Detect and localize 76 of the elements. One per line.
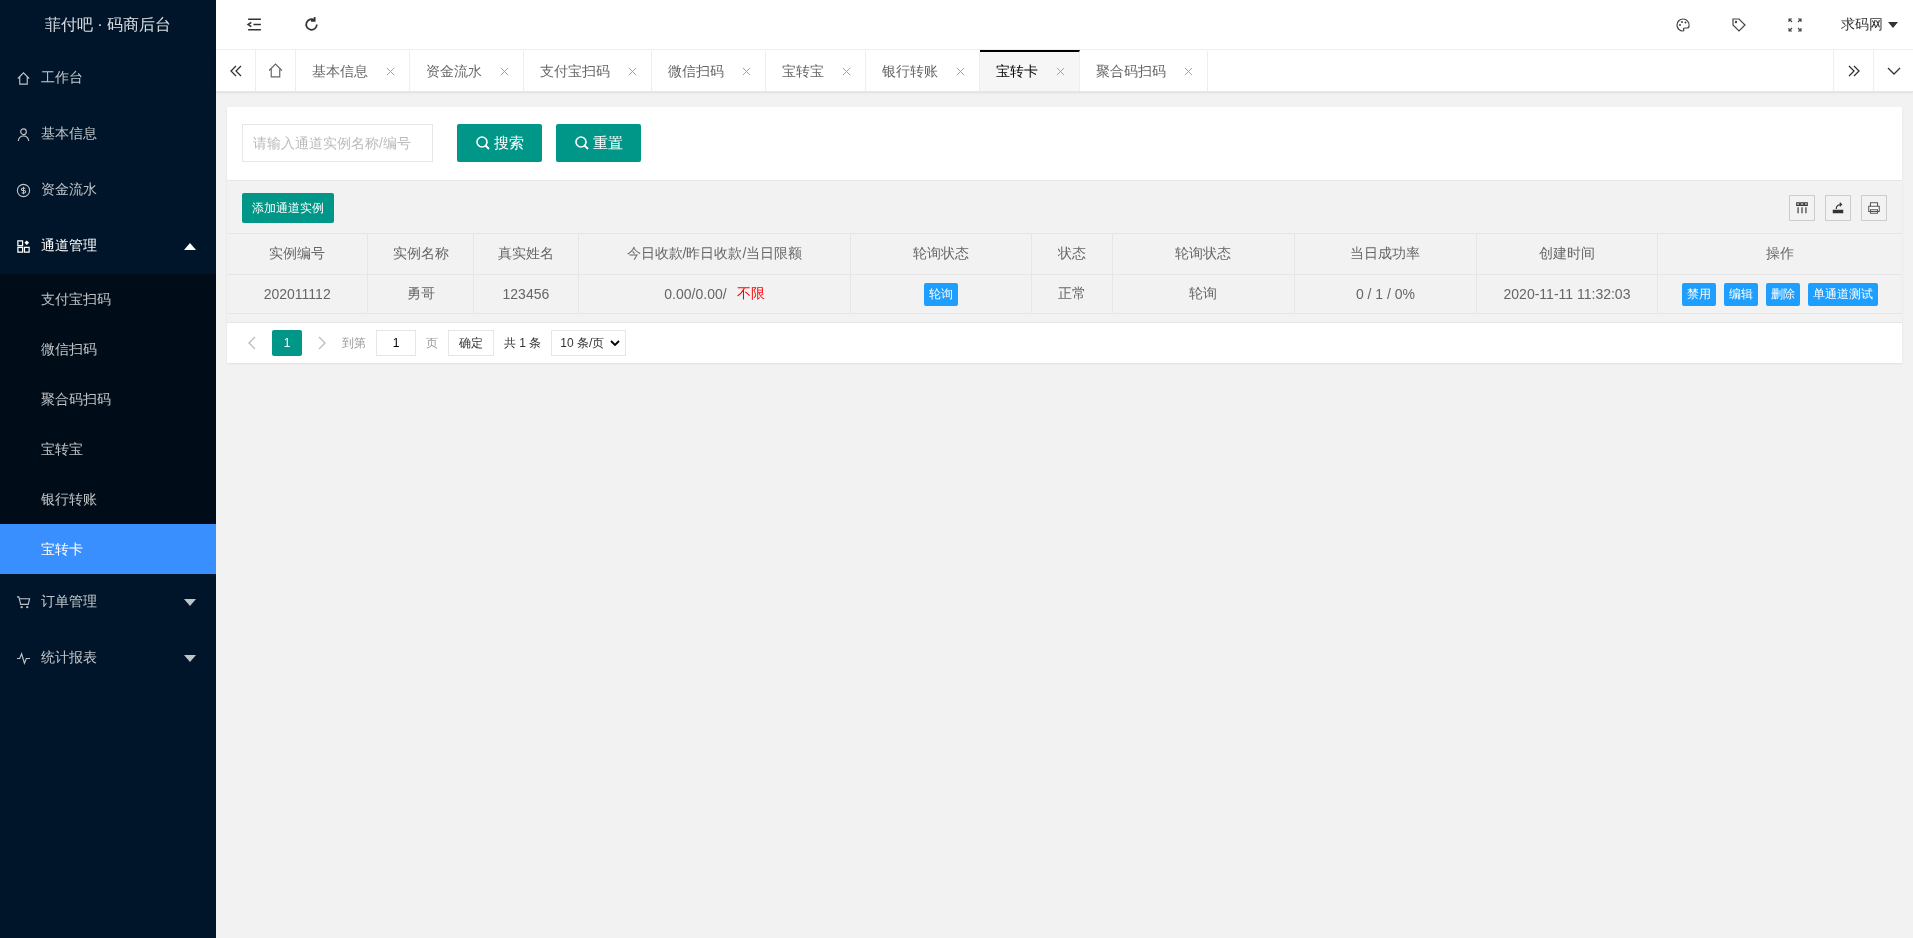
close-icon[interactable] [386,67,395,76]
submenu-item[interactable]: 银行转账 [0,474,216,524]
reset-button[interactable]: 重置 [556,124,641,162]
page-button[interactable]: 1 [272,330,302,356]
scroll-right-button[interactable] [1833,50,1873,91]
scroll-left-button[interactable] [216,50,256,91]
tab[interactable]: 支付宝扫码 [524,50,652,91]
close-icon[interactable] [956,67,965,76]
close-icon[interactable] [1056,67,1065,76]
search-button[interactable]: 搜索 [457,124,542,162]
pulse-icon [16,650,31,666]
column-header: 创建时间 [1476,234,1659,274]
confirm-button[interactable]: 确定 [448,330,494,356]
export-icon[interactable] [1825,195,1851,221]
menu-item[interactable]: 工作台 [0,50,216,106]
dollar-icon [16,182,31,198]
menu-item[interactable]: 基本信息 [0,106,216,162]
tag-icon[interactable] [1731,16,1747,33]
grid-icon [16,238,31,254]
close-icon[interactable] [842,67,851,76]
column-header: 轮询状态 [850,234,1033,274]
submenu-item[interactable]: 支付宝扫码 [0,274,216,324]
search-field[interactable]: 请输入通道实例名称/编号 [242,124,433,162]
caret-icon [184,242,196,250]
menu-icon[interactable] [246,16,263,33]
caret-icon [184,654,196,662]
column-header: 今日收款/昨日收款/当日限额 [579,234,851,274]
user-menu[interactable]: 求码网 [1841,15,1898,34]
submenu-item[interactable]: 聚合码扫码 [0,374,216,424]
close-icon[interactable] [500,67,509,76]
tab[interactable]: 聚合码扫码 [1080,50,1208,91]
user-icon [16,126,31,142]
search-icon [574,135,590,151]
caret-icon [1888,21,1898,28]
page-field[interactable]: 1 [376,330,416,356]
home-icon [16,70,31,86]
cart-icon [16,594,31,610]
total-count: 共 1 条 [504,334,542,352]
goto-label: 到第 [342,334,366,352]
close-icon[interactable] [1184,67,1193,76]
chevron-down-icon [610,340,621,346]
close-icon[interactable] [628,67,637,76]
menu-item[interactable]: 通道管理 [0,218,216,274]
column-header: 当日成功率 [1295,234,1477,274]
column-header: 实例名称 [368,234,474,274]
submenu-item[interactable]: 微信扫码 [0,324,216,374]
brand-title: 菲付吧 · 码商后台 [43,15,173,35]
home-tab[interactable] [256,50,296,91]
search-icon [475,135,491,151]
column-header: 轮询状态 [1112,234,1296,274]
tab-menu-button[interactable] [1873,50,1913,91]
menu-item[interactable]: 订单管理 [0,574,216,630]
tab[interactable]: 资金流水 [410,50,524,91]
refresh-icon[interactable] [303,16,320,33]
home-icon [267,62,284,79]
column-header: 操作 [1765,244,1796,263]
menu-item[interactable]: 统计报表 [0,630,216,686]
tab[interactable]: 宝转宝 [766,50,866,91]
tab[interactable]: 宝转卡 [980,50,1080,91]
caret-icon [184,598,196,606]
column-header: 实例编号 [227,234,369,274]
print-icon[interactable] [1861,195,1887,221]
column-header: 真实姓名 [473,234,580,274]
palette-icon[interactable] [1675,16,1691,33]
tab[interactable]: 微信扫码 [652,50,766,91]
page-size-select[interactable]: 10 条/页 [551,330,627,356]
menu-item[interactable]: 资金流水 [0,162,216,218]
close-icon[interactable] [742,67,751,76]
fullscreen-icon[interactable] [1787,16,1803,33]
columns-icon[interactable] [1789,195,1815,221]
column-header: 状态 [1032,234,1113,274]
status-badge: 轮询 [924,282,959,306]
tab[interactable]: 基本信息 [296,50,410,91]
page-label: 页 [426,334,438,352]
submenu-item[interactable]: 宝转宝 [0,424,216,474]
add-button[interactable]: 添加通道实例 [242,193,334,223]
